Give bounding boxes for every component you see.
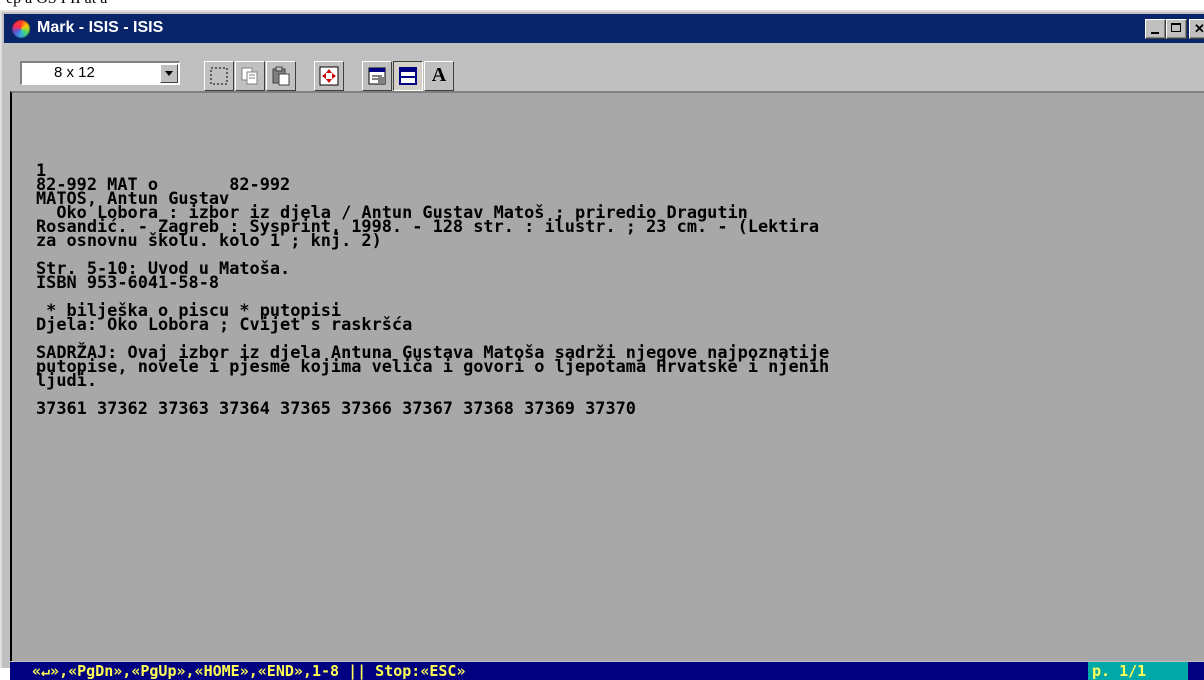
select-button[interactable]	[204, 61, 234, 91]
status-keys: «↵»,«PgDn»,«PgUp»,«HOME»,«END»,1-8 || St…	[32, 662, 466, 680]
properties-icon	[368, 67, 386, 85]
move-icon	[319, 66, 339, 86]
copy-icon	[241, 67, 258, 85]
minimize-icon	[1151, 32, 1159, 34]
font-size-value: 8 x 12	[54, 64, 95, 81]
window-mode-button[interactable]	[393, 61, 423, 91]
maximize-icon	[1171, 23, 1181, 32]
select-icon	[210, 67, 228, 85]
window-caption-fragment: ep a OS I II at a	[6, 0, 107, 8]
record-line: 37361 37362 37363 37364 37365 37366 3736…	[36, 398, 636, 418]
copy-button[interactable]	[235, 61, 265, 91]
title-bar[interactable]: Mark - ISIS - ISIS ✕	[4, 14, 1204, 43]
page-indicator: p. 1/1	[1088, 662, 1188, 680]
font-button[interactable]: A	[424, 61, 454, 91]
close-icon: ✕	[1194, 21, 1204, 36]
toolbar: 8 x 12 A	[4, 45, 1204, 91]
record-line: Djela: Oko Lobora ; Cvijet s raskršća	[36, 314, 413, 334]
paste-button[interactable]	[266, 61, 296, 91]
paste-icon	[272, 66, 290, 86]
minimize-button[interactable]	[1145, 19, 1166, 39]
window-icon	[399, 67, 417, 85]
maximize-button[interactable]	[1166, 19, 1187, 39]
window-title: Mark - ISIS - ISIS	[37, 19, 164, 36]
record-line: ISBN 953-6041-58-8	[36, 272, 220, 292]
app-window: Mark - ISIS - ISIS ✕ 8 x 12 A 1 82-992 M…	[0, 10, 1204, 680]
font-icon: A	[431, 64, 447, 86]
record-display[interactable]: 1 82-992 MAT o 82-992 MATOŠ, Antun Gustav …	[10, 91, 1204, 661]
font-size-select[interactable]: 8 x 12	[20, 61, 180, 85]
chevron-down-icon[interactable]	[160, 64, 178, 83]
status-bar: «↵»,«PgDn»,«PgUp»,«HOME»,«END»,1-8 || St…	[10, 662, 1204, 680]
close-button[interactable]: ✕	[1189, 19, 1204, 39]
properties-button[interactable]	[362, 61, 392, 91]
app-icon[interactable]	[12, 20, 30, 38]
move-button[interactable]	[314, 61, 344, 91]
record-text: 1 82-992 MAT o 82-992 MATOŠ, Antun Gustav …	[36, 162, 830, 418]
record-line: putopise, novele i pjesme kojima veliča …	[36, 356, 830, 376]
